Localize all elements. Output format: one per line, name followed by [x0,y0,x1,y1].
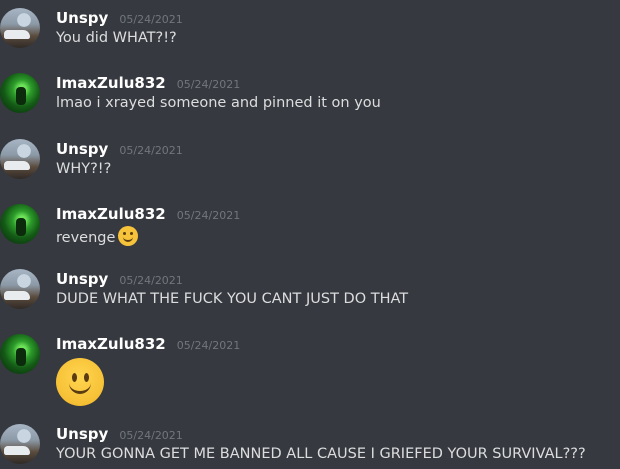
timestamp: 05/24/2021 [119,144,183,157]
timestamp: 05/24/2021 [176,78,241,91]
message-header: ImaxZulu832 05/24/2021 [56,334,240,354]
username[interactable]: Unspy [56,270,108,288]
avatar[interactable] [0,424,40,464]
avatar[interactable] [0,73,40,113]
message-header: Unspy 05/24/2021 [56,139,183,159]
timestamp: 05/24/2021 [119,274,183,287]
avatar[interactable] [0,269,40,309]
timestamp: 05/24/2021 [119,429,183,442]
message-text: DUDE WHAT THE FUCK YOU CANT JUST DO THAT [56,291,409,307]
username[interactable]: Unspy [56,9,108,27]
message-header: Unspy 05/24/2021 [56,424,183,444]
avatar[interactable] [0,334,40,374]
avatar[interactable] [0,204,40,244]
slightly-smiling-face-emoji-icon [56,358,104,406]
avatar[interactable] [0,139,40,179]
message-header: Unspy 05/24/2021 [56,269,183,289]
message-text: YOUR GONNA GET ME BANNED ALL CAUSE I GRI… [56,446,586,462]
username[interactable]: ImaxZulu832 [56,335,166,353]
avatar[interactable] [0,8,40,48]
username[interactable]: Unspy [56,140,108,158]
message-header: Unspy 05/24/2021 [56,8,183,28]
winking-face-emoji-icon [118,226,139,246]
message-text: WHY?!? [56,161,112,177]
timestamp: 05/24/2021 [176,209,241,222]
message-content: revenge [56,226,139,246]
username[interactable]: ImaxZulu832 [56,74,166,92]
username[interactable]: ImaxZulu832 [56,205,166,223]
message-header: ImaxZulu832 05/24/2021 [56,204,240,224]
message-header: ImaxZulu832 05/24/2021 [56,73,240,93]
message-text: revenge [56,230,116,246]
message-text: You did WHAT?!? [56,30,177,46]
message-text: lmao i xrayed someone and pinned it on y… [56,95,381,111]
timestamp: 05/24/2021 [176,339,241,352]
timestamp: 05/24/2021 [119,13,183,26]
username[interactable]: Unspy [56,425,108,443]
